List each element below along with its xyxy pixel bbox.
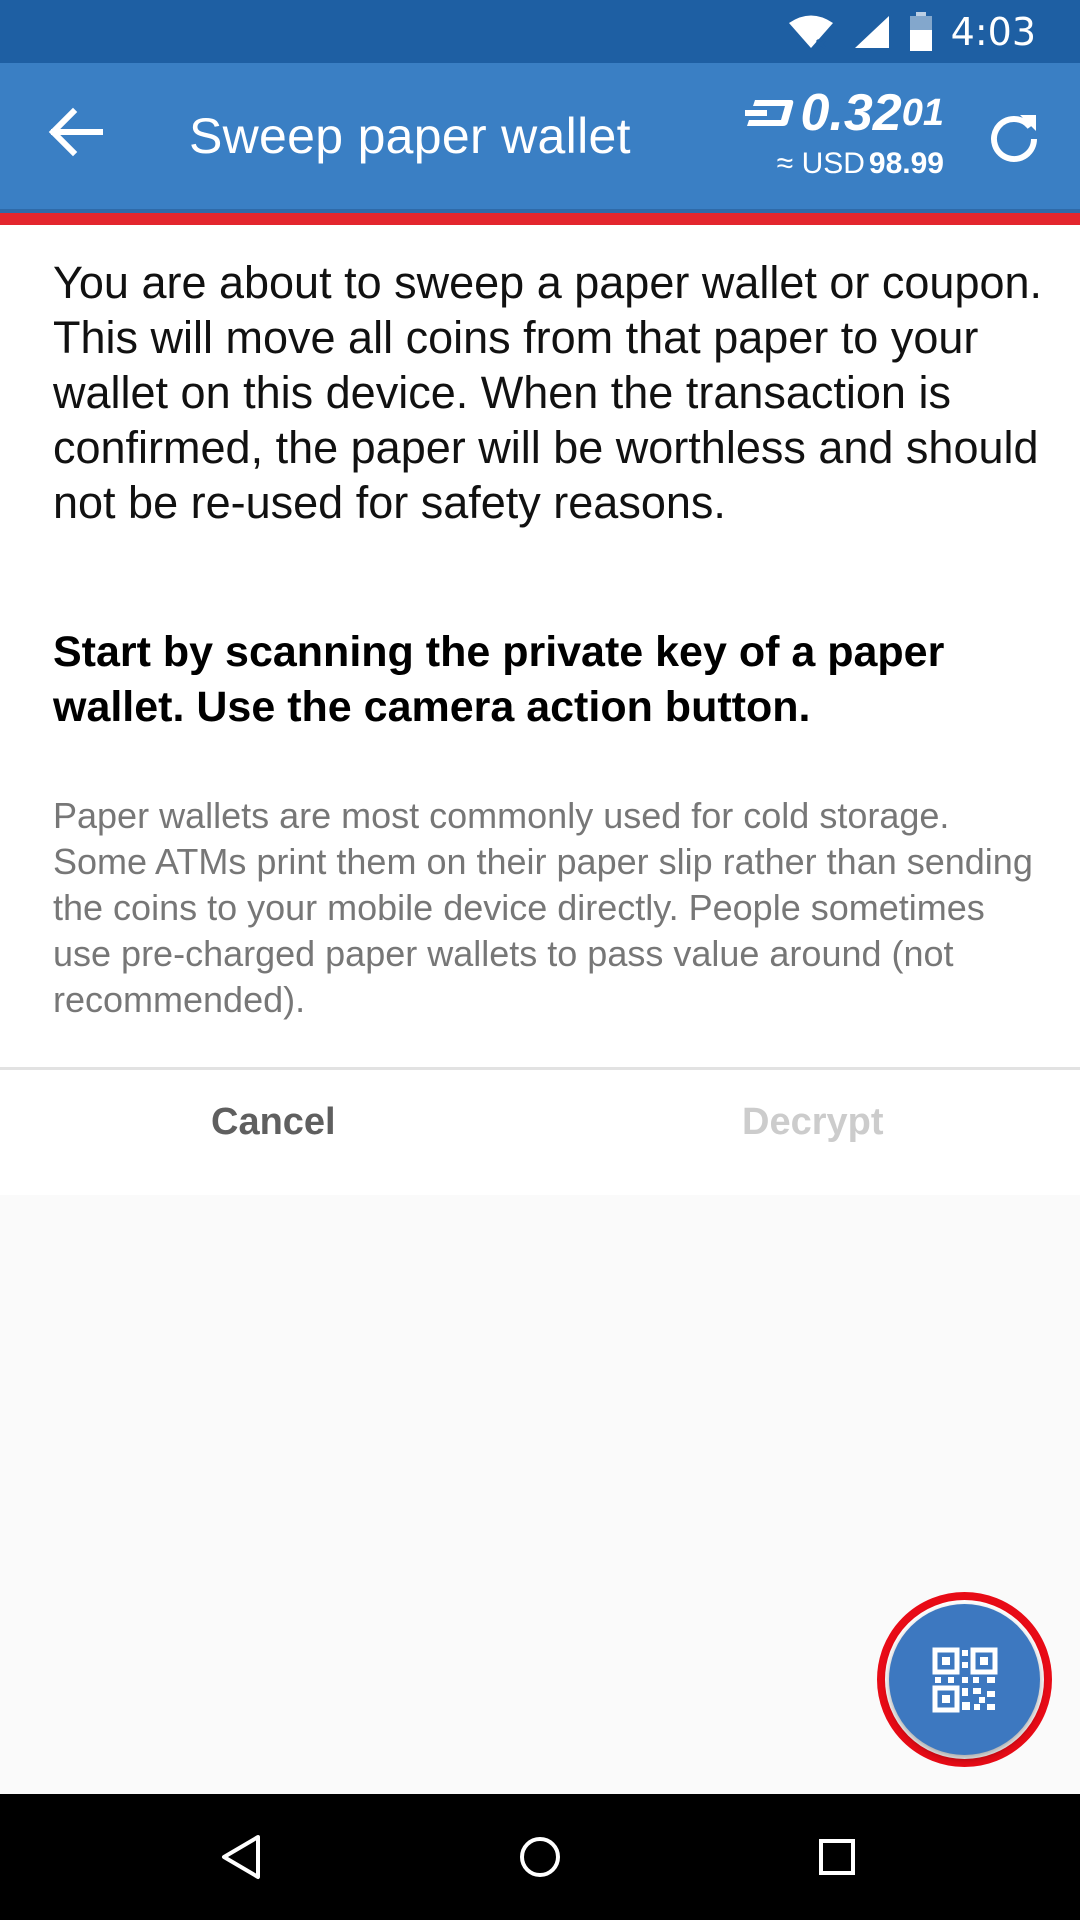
balance-amount-main: 0.32 [800,84,902,142]
home-circle-icon[interactable] [505,1822,575,1892]
fiat-balance: ≈ USD 98.99 [743,147,944,181]
fiat-prefix: ≈ USD [776,147,865,180]
recents-square-icon[interactable] [802,1822,872,1892]
note-text: Paper wallets are most commonly used for… [53,795,1033,1020]
status-bar: 4:03 [0,0,1080,63]
balance-amount-small: 01 [901,91,944,134]
battery-icon [909,11,932,51]
screen: 4:03 Sweep paper wallet 0.32 01 ≈ USD 98.9… [0,0,1080,1920]
cancel-button[interactable]: Cancel [211,1101,336,1144]
wallet-balance: 0.32 01 ≈ USD 98.99 [743,83,944,181]
wifi-icon [788,15,833,49]
system-nav-bar [0,1794,1080,1920]
dash-icon [744,100,793,126]
arrow-left-icon[interactable] [40,97,110,167]
page-title: Sweep paper wallet [189,108,631,164]
scan-qr-button[interactable] [889,1604,1040,1755]
sweep-card: You are about to sweep a paper wallet or… [0,225,1080,1195]
instruction-text: Start by scanning the private key of a p… [53,628,945,731]
qr-code-icon [932,1647,997,1712]
fiat-value: 98.99 [868,147,944,180]
status-time: 4:03 [950,9,1036,54]
back-triangle-icon[interactable] [206,1822,276,1892]
intro-text: You are about to sweep a paper wallet or… [53,257,1043,528]
accent-divider [0,209,1080,225]
actions-divider [0,1067,1080,1070]
refresh-icon[interactable] [984,107,1044,167]
signal-icon [854,15,889,48]
app-bar: Sweep paper wallet 0.32 01 ≈ USD 98.99 [0,63,1080,209]
decrypt-button[interactable]: Decrypt [742,1101,884,1144]
